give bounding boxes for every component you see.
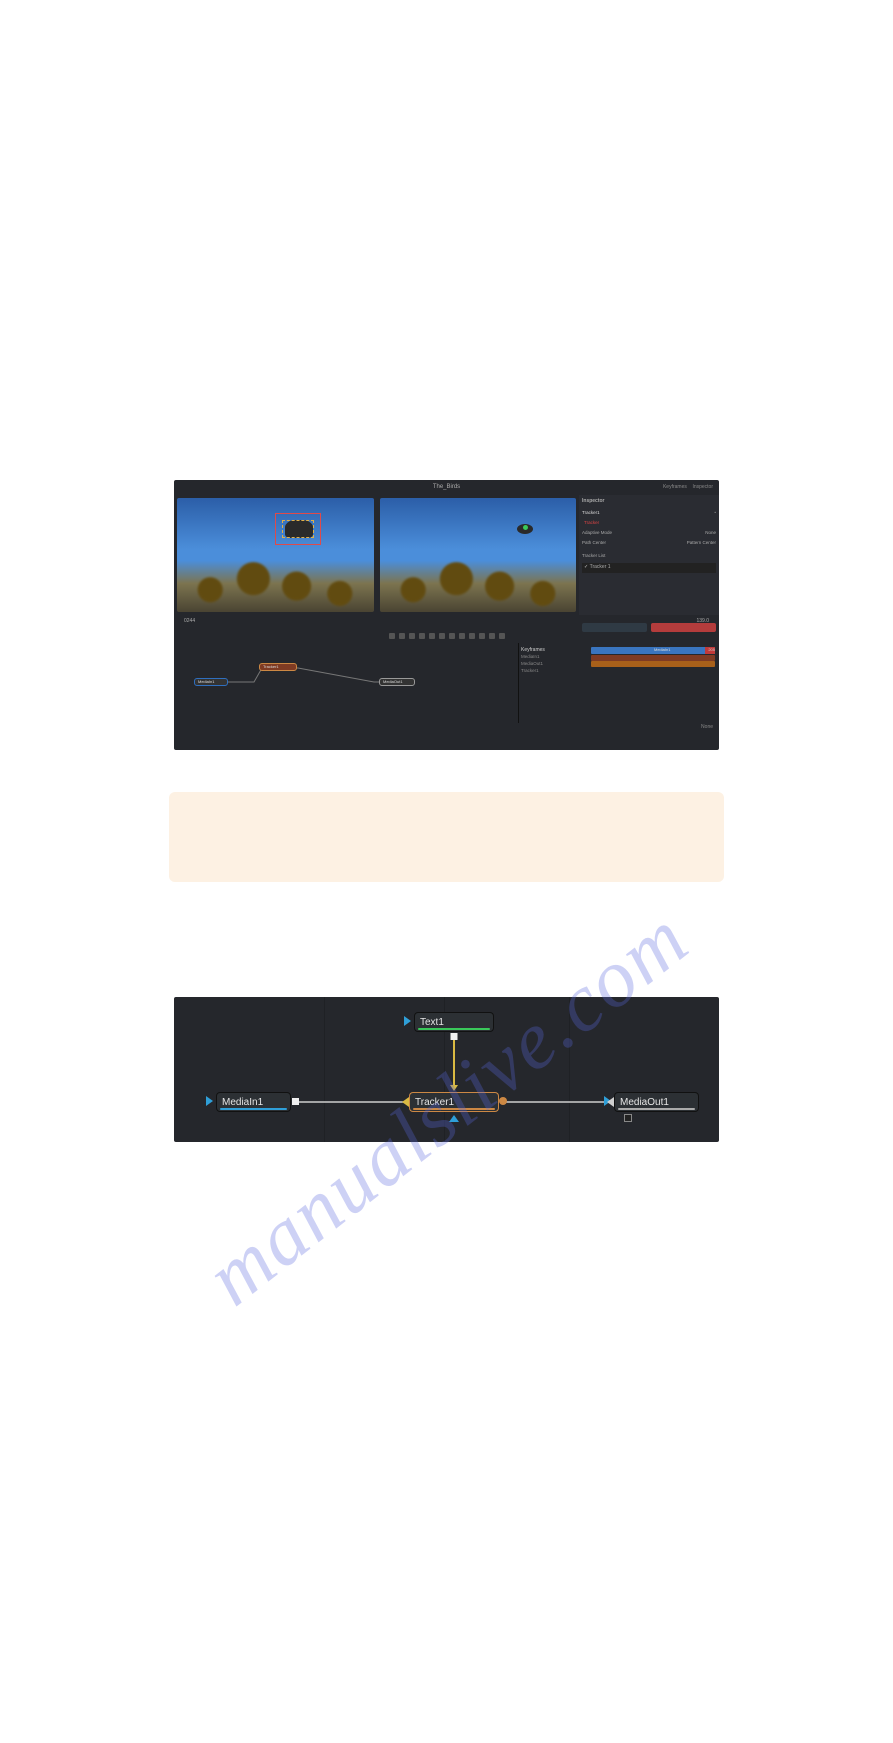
- inspector-header: Inspector: [582, 497, 716, 507]
- render-cache-row: None: [174, 723, 719, 733]
- keyframes-panel-label: Keyframes: [521, 647, 587, 654]
- tree-foliage: [177, 538, 374, 612]
- track-point-icon: [523, 525, 528, 530]
- tool-icon[interactable]: [489, 633, 495, 639]
- tracker-search-box: [282, 520, 314, 538]
- node-graph-screenshot: Text1 MediaIn1 Tracker1 MediaOut1: [174, 997, 719, 1142]
- tool-icon[interactable]: [449, 633, 455, 639]
- adaptive-mode-label: Adaptive Mode: [582, 530, 612, 537]
- node-mediaout[interactable]: MediaOut1: [379, 678, 415, 686]
- tab-keyframes[interactable]: Keyframes: [663, 484, 687, 490]
- output-port-icon[interactable]: [451, 1033, 458, 1040]
- render-cache-value: None: [701, 724, 713, 732]
- tool-icon[interactable]: [429, 633, 435, 639]
- node-mediain[interactable]: MediaIn1: [194, 678, 228, 686]
- kf-item[interactable]: Tracker1: [521, 668, 587, 675]
- kf-bar-other[interactable]: [591, 661, 715, 667]
- tracker-list-label: Tracker List: [582, 553, 605, 560]
- node-tracker1[interactable]: Tracker1: [409, 1092, 499, 1112]
- tool-icon[interactable]: [399, 633, 405, 639]
- tool-icon[interactable]: [389, 633, 395, 639]
- input-port-icon[interactable]: [607, 1097, 614, 1107]
- fusion-top-bar: The_Birds Keyframes Inspector: [174, 480, 719, 495]
- frame-mid: 244: [187, 618, 195, 626]
- keyframes-tracks[interactable]: 205 MediaIn1: [589, 643, 719, 723]
- path-center-label: Path Center: [582, 540, 606, 547]
- viewer-right[interactable]: [380, 498, 577, 612]
- selected-tracker-button[interactable]: [582, 623, 647, 632]
- kf-bar-mediain[interactable]: [591, 647, 715, 654]
- node-editor[interactable]: MediaIn1 Tracker1 MediaOut1: [174, 643, 519, 723]
- kf-bar-title: MediaIn1: [654, 647, 670, 653]
- fusion-screenshot: The_Birds Keyframes Inspector In: [174, 480, 719, 750]
- output-port-icon[interactable]: [499, 1097, 507, 1105]
- viewer-left[interactable]: [177, 498, 374, 612]
- tool-icon[interactable]: [469, 633, 475, 639]
- kf-num: 205: [708, 647, 715, 653]
- effect-mask-port-icon[interactable]: [624, 1114, 632, 1122]
- input-port-bottom-icon[interactable]: [449, 1115, 459, 1122]
- project-title: The_Birds: [433, 483, 460, 492]
- tool-icon[interactable]: [409, 633, 415, 639]
- tip-callout-box: [169, 792, 724, 882]
- inspector-tabs: Tracker: [582, 519, 716, 527]
- node-mediain1[interactable]: MediaIn1: [216, 1092, 291, 1112]
- node-tracker[interactable]: Tracker1: [259, 663, 297, 671]
- frame-current: 139.0: [696, 618, 709, 626]
- tracker-list-item[interactable]: ✓ Tracker 1: [582, 563, 716, 573]
- keyframes-list: Keyframes MediaIn1 MediaOut1 Tracker1: [519, 643, 589, 723]
- node-text1[interactable]: Text1: [414, 1012, 494, 1032]
- inspector-node-name: Tracker1: [582, 510, 600, 517]
- adaptive-mode-value[interactable]: None: [705, 530, 716, 537]
- tool-icon[interactable]: [439, 633, 445, 639]
- node-mediaout1[interactable]: MediaOut1: [614, 1092, 699, 1112]
- kf-item[interactable]: MediaIn1: [521, 654, 587, 661]
- path-center-value[interactable]: Pattern Center: [687, 540, 716, 547]
- tree-foliage-2: [380, 538, 577, 612]
- tracker-pattern-box[interactable]: [275, 513, 321, 545]
- node-view-indicator-icon: [206, 1096, 213, 1106]
- inspector-panel: Inspector Tracker1 • Tracker Adaptive Mo…: [579, 495, 719, 615]
- kf-item[interactable]: MediaOut1: [521, 661, 587, 668]
- output-port-icon[interactable]: [292, 1098, 299, 1105]
- node-view-indicator-icon: [404, 1016, 411, 1026]
- tab-inspector[interactable]: Inspector: [692, 484, 713, 490]
- tool-icon[interactable]: [479, 633, 485, 639]
- tool-icon[interactable]: [419, 633, 425, 639]
- input-port-icon[interactable]: [402, 1097, 409, 1107]
- tool-icon[interactable]: [459, 633, 465, 639]
- inspector-tab-tracker[interactable]: Tracker: [582, 520, 601, 527]
- tool-icon[interactable]: [499, 633, 505, 639]
